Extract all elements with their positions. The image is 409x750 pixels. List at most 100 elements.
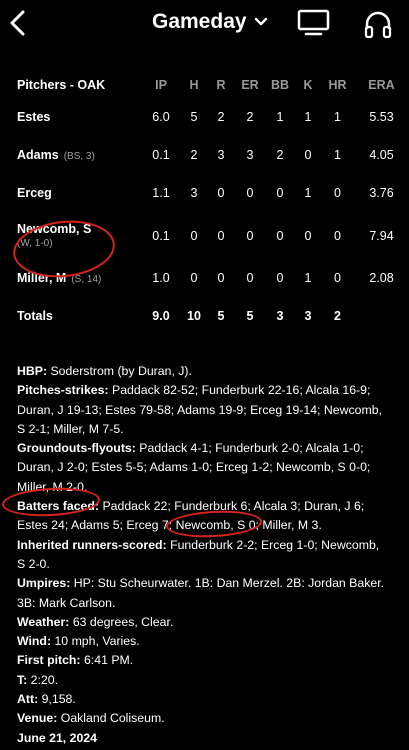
stat-cell: 2 <box>217 110 225 124</box>
stat-cell: 7.94 <box>369 228 394 243</box>
pitcher-row[interactable]: Erceg 1.1 3 0 0 0 1 0 3.76 <box>0 174 409 212</box>
stat-cell: 0 <box>246 186 254 200</box>
column-header: BB <box>270 78 290 92</box>
detail-line: Inherited runners-scored: Funderburk 2-2… <box>17 536 389 575</box>
detail-text: Soderstrom (by Duran, J). <box>50 364 192 378</box>
back-chevron-icon[interactable] <box>6 8 30 38</box>
detail-line: Weather: 63 degrees, Clear. <box>17 613 389 632</box>
detail-label: T: <box>17 672 28 687</box>
detail-line: Venue: Oakland Coliseum. <box>17 709 389 728</box>
stat-cell: 2 <box>190 148 198 162</box>
stat-cell: 5 <box>190 110 198 124</box>
totals-cell: 3 <box>304 309 312 323</box>
stat-cell: 0 <box>334 186 341 200</box>
pitchers-header-row: Pitchers - OAK IP H R ER BB K HR ERA <box>0 72 409 98</box>
stat-cell: 1 <box>304 110 312 124</box>
stat-cell: 0 <box>276 228 284 243</box>
tv-icon[interactable] <box>297 9 330 36</box>
stat-cell: 2 <box>246 110 254 124</box>
detail-label: Umpires: <box>17 576 71 591</box>
stat-cell: 0 <box>276 186 284 200</box>
detail-line: T: 2:20. <box>17 671 389 690</box>
column-header: ERA <box>368 78 395 92</box>
column-header: IP <box>155 78 167 92</box>
totals-label: Totals <box>17 309 53 323</box>
stat-cell: 6.0 <box>152 110 170 124</box>
stat-cell: 0 <box>246 228 254 243</box>
detail-label: Wind: <box>17 634 52 649</box>
stat-cell: 0.1 <box>152 148 170 162</box>
totals-cell <box>354 297 409 335</box>
totals-cell: 3 <box>276 309 284 323</box>
detail-text: 63 degrees, Clear. <box>72 614 174 629</box>
totals-row: Totals 9.0 10 5 5 3 3 2 <box>0 297 409 335</box>
detail-label: First pitch: <box>17 653 81 668</box>
stat-cell: 5.53 <box>369 110 394 124</box>
pitcher-name-cell: Erceg <box>0 174 141 212</box>
stat-cell: 0 <box>334 271 341 285</box>
stat-cell: 3.76 <box>369 186 394 200</box>
stat-cell: 0 <box>304 148 312 162</box>
page-title[interactable]: Gameday <box>152 10 247 34</box>
detail-line: Wind: 10 mph, Varies. <box>17 632 389 651</box>
pitcher-name: Newcomb, S <box>17 222 92 236</box>
detail-line: Batters faced: Paddack 22; Funderburk 6;… <box>17 497 389 536</box>
detail-label: Groundouts-flyouts: <box>17 441 136 456</box>
stat-cell: 1 <box>304 186 312 200</box>
totals-cell: 2 <box>334 309 341 323</box>
stat-cell: 0 <box>334 228 341 243</box>
pitchers-table: Pitchers - OAK IP H R ER BB K HR ERA Est… <box>0 72 409 335</box>
stat-cell: 0 <box>246 271 254 285</box>
chevron-down-icon[interactable] <box>254 17 268 27</box>
headphones-icon[interactable] <box>363 9 393 39</box>
stat-cell: 0 <box>276 271 284 285</box>
detail-label: Batters faced: <box>17 499 100 514</box>
pitcher-name: Adams <box>17 148 59 162</box>
top-bar: Gameday <box>0 0 409 48</box>
detail-line: First pitch: 6:41 PM. <box>17 651 389 670</box>
pitcher-row[interactable]: Adams (BS, 3) 0.1 2 3 3 2 0 1 4.05 <box>0 136 409 174</box>
detail-line: Att: 9,158. <box>17 690 389 709</box>
stat-cell: 0 <box>217 271 225 285</box>
stat-cell: 3 <box>190 186 198 200</box>
detail-line: HBP: Soderstrom (by Duran, J). <box>17 362 389 381</box>
column-header: R <box>216 78 226 92</box>
pitcher-name-cell: Adams (BS, 3) <box>0 136 141 174</box>
stat-cell: 0 <box>190 228 198 243</box>
stat-cell: 0 <box>217 228 225 243</box>
detail-text: Oakland Coliseum. <box>60 711 165 726</box>
stat-cell: 1.1 <box>152 186 170 200</box>
stat-cell: 1 <box>334 110 341 124</box>
totals-cell: 10 <box>187 309 201 323</box>
stat-cell: 0 <box>217 186 225 200</box>
stat-cell: 0 <box>190 271 198 285</box>
pitcher-note: (S, 14) <box>71 274 102 285</box>
detail-label: Inherited runners-scored: <box>17 537 167 552</box>
pitcher-note: (W, 1-0) <box>17 238 53 249</box>
pitcher-name-cell: Miller, M (S, 14) <box>0 259 141 297</box>
stat-cell: 0.1 <box>152 228 170 243</box>
stat-cell: 1 <box>276 110 284 124</box>
stat-cell: 1 <box>334 148 341 162</box>
pitcher-row[interactable]: Miller, M (S, 14) 1.0 0 0 0 0 1 0 2.08 <box>0 259 409 297</box>
stat-cell: 2 <box>276 148 284 162</box>
pitcher-row[interactable]: Newcomb, S (W, 1-0) 0.1 0 0 0 0 0 0 7.94 <box>0 212 409 259</box>
stat-cell: 1.0 <box>152 271 170 285</box>
detail-label: Venue: <box>17 711 58 726</box>
detail-label: Weather: <box>17 614 70 629</box>
stat-cell: 0 <box>304 228 312 243</box>
detail-text: 10 mph, Varies. <box>54 634 140 649</box>
pitcher-name: Erceg <box>17 186 52 200</box>
totals-cell: 9.0 <box>152 309 170 323</box>
stat-cell: 3 <box>246 148 254 162</box>
pitcher-name: Estes <box>17 110 51 124</box>
column-header: H <box>189 78 199 92</box>
pitcher-name: Miller, M <box>17 271 67 285</box>
detail-text: 9,158. <box>41 692 76 707</box>
column-header: HR <box>328 78 347 92</box>
detail-line: Groundouts-flyouts: Paddack 4-1; Funderb… <box>17 439 389 497</box>
column-header: ER <box>241 78 259 92</box>
totals-cell: 5 <box>217 309 225 323</box>
pitcher-row[interactable]: Estes 6.0 5 2 2 1 1 1 5.53 <box>0 98 409 136</box>
team-label: Pitchers - OAK <box>17 78 106 92</box>
